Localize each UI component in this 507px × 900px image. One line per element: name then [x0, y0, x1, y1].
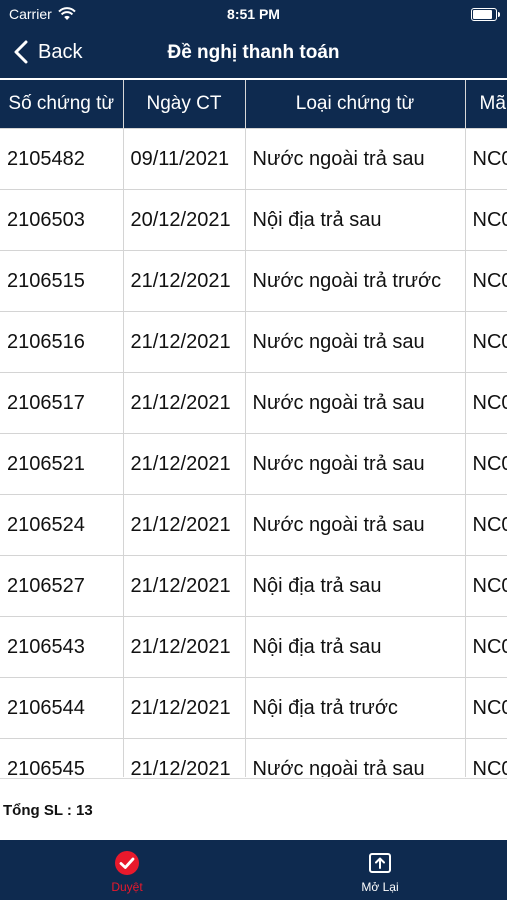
- cell-date: 21/12/2021: [122, 494, 246, 556]
- cell-document-number: 2105482: [0, 128, 124, 190]
- table-row[interactable]: 2106521 21/12/2021 Nước ngoài trả sau NC…: [0, 433, 507, 495]
- cell-type: Nội địa trả trước: [244, 677, 466, 739]
- cell-type: Nội địa trả sau: [244, 555, 466, 617]
- total-count-label: Tổng SL : 13: [3, 802, 93, 819]
- cell-document-number: 2106503: [0, 189, 124, 251]
- table-row[interactable]: 2106544 21/12/2021 Nội địa trả trước NC0: [0, 677, 507, 739]
- table-row[interactable]: 2106517 21/12/2021 Nước ngoài trả sau NC…: [0, 372, 507, 434]
- status-time: 8:51 PM: [227, 6, 280, 22]
- table-row[interactable]: 2106524 21/12/2021 Nước ngoài trả sau NC…: [0, 494, 507, 556]
- reopen-label: Mở Lại: [361, 880, 399, 894]
- cell-date: 09/11/2021: [122, 128, 246, 190]
- cell-code: NC0: [464, 311, 507, 373]
- cell-document-number: 2106524: [0, 494, 124, 556]
- cell-date: 21/12/2021: [122, 250, 246, 312]
- battery-icon: [471, 8, 500, 21]
- cell-date: 21/12/2021: [122, 311, 246, 373]
- table-row[interactable]: 2106527 21/12/2021 Nội địa trả sau NC0: [0, 555, 507, 617]
- page-title: Đề nghị thanh toán: [167, 42, 340, 63]
- navigation-bar: Back Đề nghị thanh toán: [0, 30, 507, 78]
- status-bar: Carrier 8:51 PM: [0, 0, 507, 30]
- table-row[interactable]: 2106516 21/12/2021 Nước ngoài trả sau NC…: [0, 311, 507, 373]
- cell-document-number: 2106515: [0, 250, 124, 312]
- cell-type: Nước ngoài trả trước: [244, 250, 466, 312]
- cell-code: NC0: [464, 616, 507, 678]
- cell-type: Nước ngoài trả sau: [244, 311, 466, 373]
- header-document-number[interactable]: Số chứng từ: [0, 80, 123, 129]
- cell-document-number: 2106544: [0, 677, 124, 739]
- cell-type: Nước ngoài trả sau: [244, 372, 466, 434]
- cell-date: 21/12/2021: [122, 372, 246, 434]
- table-row[interactable]: 2106543 21/12/2021 Nội địa trả sau NC0: [0, 616, 507, 678]
- cell-code: NC0: [464, 738, 507, 777]
- table-row[interactable]: 2106515 21/12/2021 Nước ngoài trả trước …: [0, 250, 507, 312]
- cell-type: Nước ngoài trả sau: [244, 128, 466, 190]
- check-circle-icon: [115, 851, 139, 875]
- bottom-tab-bar: Duyệt Mở Lại: [0, 840, 507, 900]
- table-row[interactable]: 2105482 09/11/2021 Nước ngoài trả sau NC…: [0, 128, 507, 190]
- cell-type: Nội địa trả sau: [244, 616, 466, 678]
- cell-type: Nước ngoài trả sau: [244, 494, 466, 556]
- cell-code: NC0: [464, 128, 507, 190]
- reopen-box-icon: [369, 853, 391, 873]
- cell-code: NC0: [464, 250, 507, 312]
- cell-type: Nước ngoài trả sau: [244, 433, 466, 495]
- header-code[interactable]: Mã: [464, 80, 507, 129]
- cell-code: NC0: [464, 372, 507, 434]
- cell-type: Nước ngoài trả sau: [244, 738, 466, 777]
- table-row[interactable]: 2106545 21/12/2021 Nước ngoài trả sau NC…: [0, 738, 507, 777]
- reopen-button[interactable]: Mở Lại: [320, 850, 440, 894]
- cell-document-number: 2106543: [0, 616, 124, 678]
- table-row[interactable]: 2106503 20/12/2021 Nội địa trả sau NC0: [0, 189, 507, 251]
- cell-date: 20/12/2021: [122, 189, 246, 251]
- cell-document-number: 2106521: [0, 433, 124, 495]
- approve-label: Duyệt: [111, 880, 143, 894]
- cell-date: 21/12/2021: [122, 677, 246, 739]
- summary-bar: Tổng SL : 13: [0, 778, 507, 841]
- document-table[interactable]: Số chứng từ Ngày CT Loại chứng từ Mã 210…: [0, 80, 507, 777]
- cell-document-number: 2106545: [0, 738, 124, 777]
- cell-date: 21/12/2021: [122, 738, 246, 777]
- cell-document-number: 2106516: [0, 311, 124, 373]
- cell-date: 21/12/2021: [122, 433, 246, 495]
- cell-code: NC0: [464, 555, 507, 617]
- cell-date: 21/12/2021: [122, 555, 246, 617]
- header-document-date[interactable]: Ngày CT: [122, 80, 245, 129]
- cell-code: NC0: [464, 677, 507, 739]
- cell-code: NC0: [464, 433, 507, 495]
- cell-document-number: 2106527: [0, 555, 124, 617]
- cell-type: Nội địa trả sau: [244, 189, 466, 251]
- table-header-row: Số chứng từ Ngày CT Loại chứng từ Mã: [0, 80, 507, 129]
- header-document-type[interactable]: Loại chứng từ: [244, 80, 465, 129]
- cell-code: NC0: [464, 494, 507, 556]
- cell-date: 21/12/2021: [122, 616, 246, 678]
- approve-button[interactable]: Duyệt: [67, 850, 187, 894]
- cell-document-number: 2106517: [0, 372, 124, 434]
- cell-code: NC0: [464, 189, 507, 251]
